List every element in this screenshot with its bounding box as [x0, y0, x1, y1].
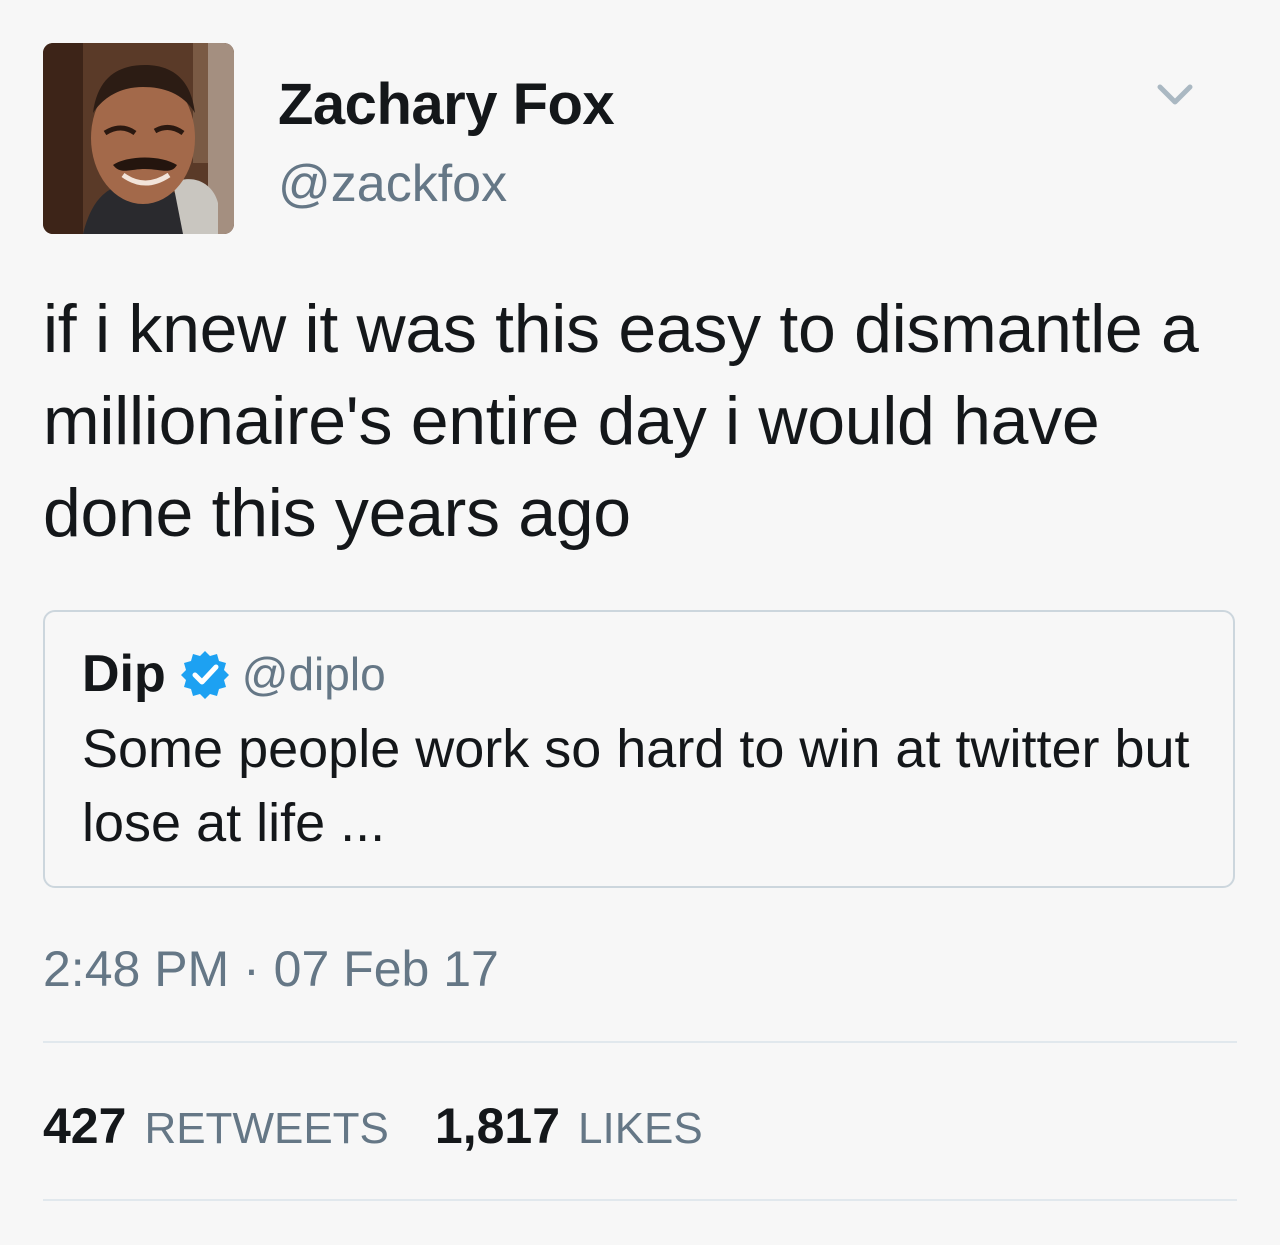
- divider: [43, 1199, 1237, 1201]
- retweets-stat[interactable]: 427 RETWEETS: [43, 1095, 389, 1160]
- tweet-text: if i knew it was this easy to dismantle …: [43, 291, 1199, 551]
- quoted-author-name: Dip: [82, 645, 166, 703]
- avatar-image: [43, 43, 234, 234]
- likes-stat[interactable]: 1,817 LIKES: [435, 1095, 703, 1160]
- quoted-tweet-card[interactable]: Dip @diplo Some people work so hard to w…: [43, 610, 1235, 888]
- retweets-count: 427: [43, 1098, 127, 1154]
- divider: [43, 1041, 1237, 1043]
- tweet-stats: 427 RETWEETS 1,817 LIKES: [43, 1095, 749, 1160]
- quoted-author-handle: @diplo: [241, 648, 386, 700]
- tweet-detail: Zachary Fox @zackfox if i knew it was th…: [0, 0, 1280, 1245]
- likes-count: 1,817: [434, 1098, 561, 1154]
- quoted-tweet-header: Dip @diplo: [82, 642, 386, 706]
- author-display-name[interactable]: Zachary Fox: [278, 70, 615, 140]
- quoted-tweet-text: Some people work so hard to win at twitt…: [82, 719, 1190, 853]
- likes-label: LIKES: [578, 1104, 703, 1153]
- chevron-down-icon[interactable]: [1150, 75, 1200, 115]
- verified-badge-icon: [180, 649, 230, 699]
- tweet-timestamp[interactable]: 2:48 PM · 07 Feb 17: [43, 938, 499, 1000]
- author-handle[interactable]: @zackfox: [278, 153, 507, 215]
- retweets-label: RETWEETS: [144, 1104, 389, 1153]
- avatar[interactable]: [43, 43, 234, 234]
